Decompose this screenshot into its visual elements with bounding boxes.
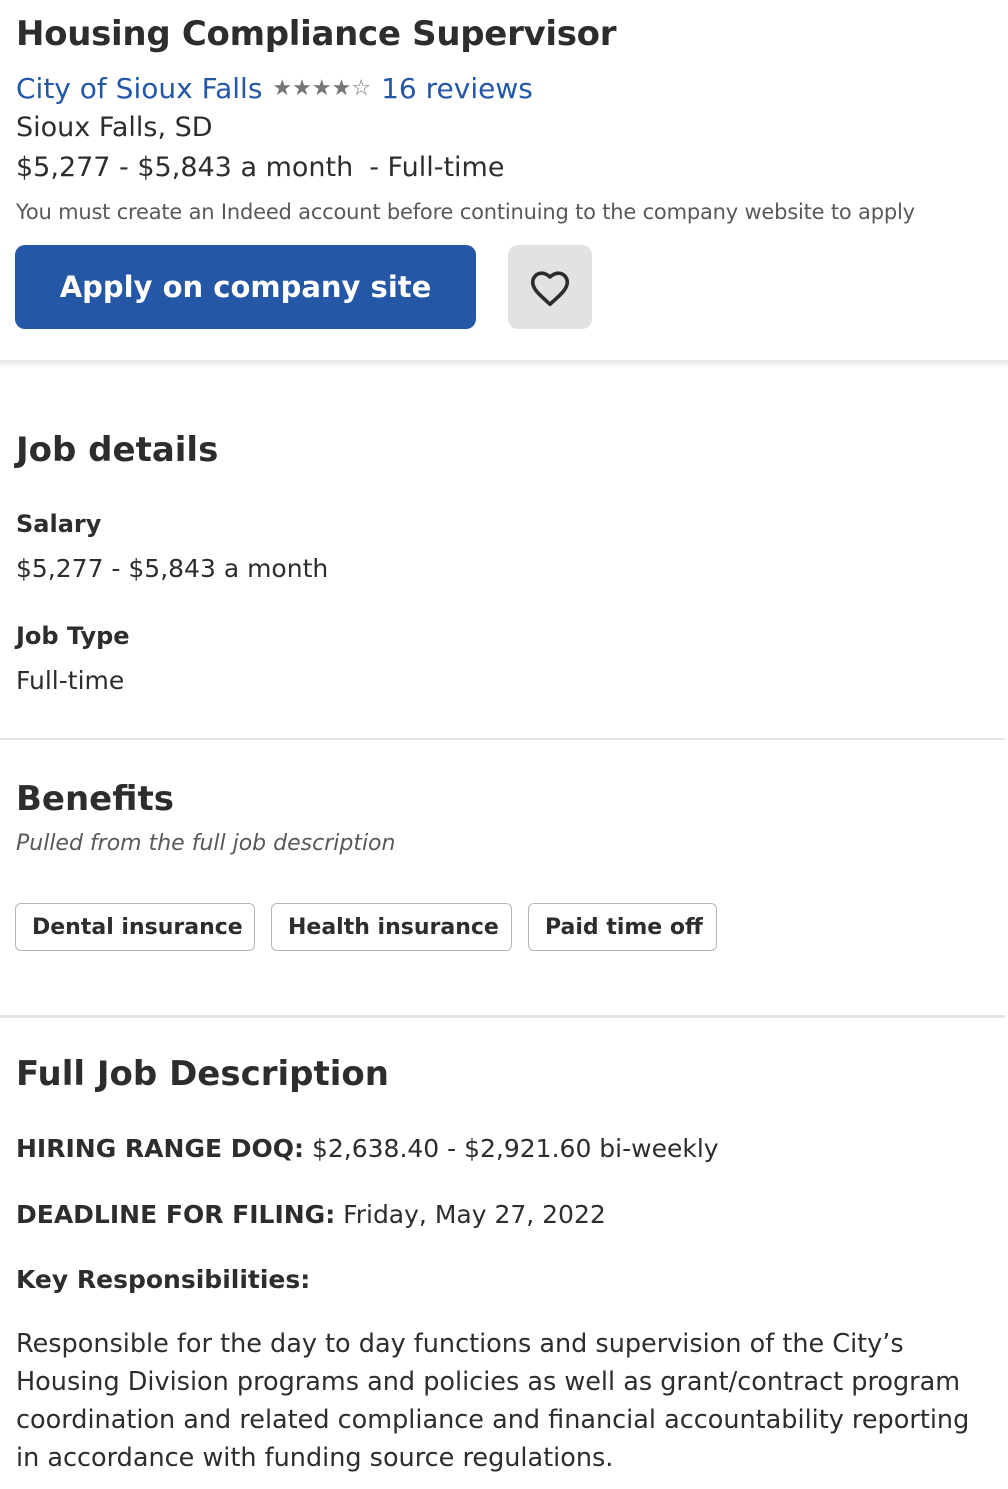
full-description-heading: Full Job Description — [16, 1054, 389, 1094]
deadline-value: Friday, May 27, 2022 — [343, 1200, 606, 1229]
company-link[interactable]: City of Sioux Falls — [16, 72, 262, 105]
rating-stars: ★ ★ ★ ★ ☆ — [272, 75, 372, 101]
apply-on-company-site-button[interactable]: Apply on company site — [15, 245, 476, 329]
key-responsibilities-line: Key Responsibilities: — [16, 1265, 310, 1294]
star-icon: ★ — [331, 75, 352, 101]
job-location: Sioux Falls, SD — [16, 112, 213, 143]
job-header: Housing Compliance Supervisor City of Si… — [0, 0, 1008, 360]
star-outline-icon: ☆ — [351, 75, 372, 101]
reviews-link[interactable]: 16 reviews — [381, 72, 533, 105]
salary-label: Salary — [16, 510, 102, 538]
account-notice: You must create an Indeed account before… — [16, 200, 915, 224]
hiring-range-value: $2,638.40 - $2,921.60 bi-weekly — [311, 1134, 719, 1163]
job-type-label: Job Type — [16, 622, 130, 650]
hiring-range-line: HIRING RANGE DOQ: $2,638.40 - $2,921.60 … — [16, 1134, 719, 1163]
job-title: Housing Compliance Supervisor — [16, 14, 617, 54]
job-type-value: Full-time — [16, 666, 125, 695]
star-icon: ★ — [292, 75, 312, 101]
heart-icon — [530, 271, 570, 307]
header-shadow — [0, 360, 1008, 368]
job-details-heading: Job details — [16, 430, 219, 470]
benefit-pill: Health insurance — [271, 903, 512, 951]
save-job-button[interactable] — [508, 245, 592, 329]
deadline-label: DEADLINE FOR FILING: — [16, 1200, 336, 1229]
benefits-heading: Benefits — [16, 779, 174, 819]
benefits-subtitle: Pulled from the full job description — [16, 831, 396, 856]
salary-type-line: $5,277 - $5,843 a month - Full-time — [16, 152, 504, 183]
deadline-line: DEADLINE FOR FILING: Friday, May 27, 202… — [16, 1200, 606, 1229]
hiring-range-label: HIRING RANGE DOQ: — [16, 1134, 305, 1163]
key-responsibilities-label: Key Responsibilities: — [16, 1265, 311, 1294]
header-salary: $5,277 - $5,843 a month — [16, 152, 354, 183]
divider — [0, 738, 1005, 740]
star-icon: ★ — [311, 75, 332, 101]
star-icon: ★ — [272, 75, 293, 101]
benefit-pill: Paid time off — [528, 903, 717, 951]
company-row: City of Sioux Falls ★ ★ ★ ★ ☆ 16 reviews — [16, 72, 533, 105]
benefit-pill: Dental insurance — [15, 903, 255, 951]
header-job-type: - Full-time — [369, 152, 505, 183]
divider — [0, 1015, 1005, 1018]
responsibilities-paragraph: Responsible for the day to day functions… — [16, 1329, 970, 1473]
salary-value: $5,277 - $5,843 a month — [16, 554, 329, 583]
